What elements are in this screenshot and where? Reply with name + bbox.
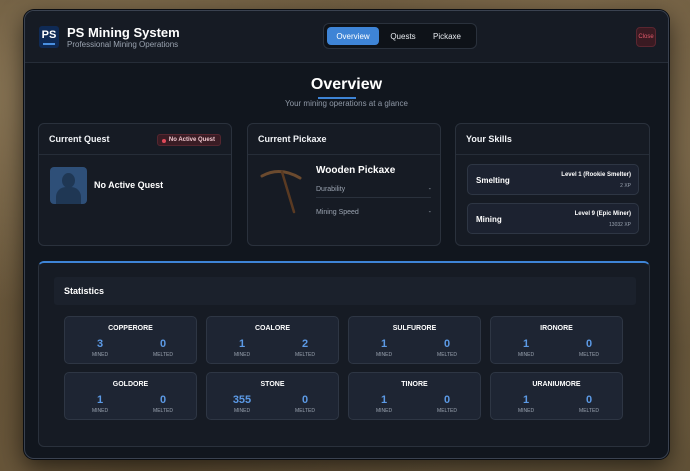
- skill-xp: 13032 XP: [609, 222, 631, 228]
- ore-name: SULFURORE: [392, 325, 437, 332]
- ore-card-sulfurore: SULFURORE 1 MINED 0 MELTED: [348, 316, 481, 364]
- ore-name: COPPERORE: [108, 325, 153, 332]
- current-pickaxe-header: Current Pickaxe: [248, 124, 440, 155]
- skill-name: Mining: [476, 215, 502, 224]
- current-quest-header: Current Quest No Active Quest: [39, 124, 231, 155]
- melted-value: 0: [159, 394, 167, 406]
- skills-header: Your Skills: [456, 124, 649, 155]
- melted-value: 0: [443, 394, 451, 406]
- app-title: PS Mining System: [67, 25, 180, 40]
- quest-status-text: No Active Quest: [94, 180, 164, 190]
- melted-value: 2: [301, 338, 309, 350]
- statistics-header: Statistics: [54, 277, 636, 305]
- current-pickaxe-card: Current Pickaxe Wooden Pickaxe Durabilit…: [247, 123, 441, 246]
- ore-name: IRONORE: [540, 325, 573, 332]
- mining-system-window: PS PS Mining System Professional Mining …: [24, 10, 669, 459]
- melted-value: 0: [443, 338, 451, 350]
- pickaxe-name: Wooden Pickaxe: [316, 165, 396, 176]
- app-subtitle: Professional Mining Operations: [67, 40, 179, 49]
- ore-name: GOLDORE: [112, 381, 149, 388]
- ore-card-uraniumore: URANIUMORE 1 MINED 0 MELTED: [490, 372, 623, 420]
- ore-card-goldore: GOLDORE 1 MINED 0 MELTED: [64, 372, 197, 420]
- page-title: Overview: [310, 76, 383, 93]
- mined-value: 1: [238, 338, 246, 350]
- statistics-panel: Statistics COPPERORE 3 MINED 0 MELTED CO…: [38, 261, 650, 447]
- mining-speed-value: -: [428, 208, 431, 216]
- melted-label: MELTED: [437, 408, 457, 414]
- quest-avatar-icon: [50, 167, 87, 204]
- melted-value: 0: [585, 394, 593, 406]
- mined-label: MINED: [91, 352, 109, 358]
- mined-label: MINED: [91, 408, 109, 414]
- skill-xp: 2 XP: [620, 183, 631, 189]
- mined-value: 1: [380, 394, 388, 406]
- melted-label: MELTED: [153, 408, 173, 414]
- mined-label: MINED: [517, 352, 535, 358]
- melted-label: MELTED: [437, 352, 457, 358]
- ore-name: URANIUMORE: [532, 381, 581, 388]
- tab-pickaxe[interactable]: Pickaxe: [427, 27, 467, 45]
- mined-label: MINED: [233, 408, 251, 414]
- durability-value: -: [428, 186, 431, 193]
- mined-value: 1: [380, 338, 388, 350]
- tab-quests[interactable]: Quests: [385, 27, 421, 45]
- mined-value: 1: [522, 394, 530, 406]
- melted-label: MELTED: [295, 352, 315, 358]
- ore-card-tinore: TINORE 1 MINED 0 MELTED: [348, 372, 481, 420]
- skill-mining: Mining Level 9 (Epic Miner) 13032 XP: [467, 203, 639, 234]
- melted-value: 0: [159, 338, 167, 350]
- mined-value: 3: [96, 338, 104, 350]
- melted-label: MELTED: [579, 408, 599, 414]
- status-badge: No Active Quest: [156, 134, 221, 146]
- melted-label: MELTED: [295, 408, 315, 414]
- logo-text: PS: [41, 28, 57, 41]
- mined-value: 1: [522, 338, 530, 350]
- mining-speed-label: Mining Speed: [316, 208, 359, 216]
- melted-label: MELTED: [153, 352, 173, 358]
- ore-name: COALORE: [255, 325, 290, 332]
- current-quest-card: Current Quest No Active Quest No Active …: [38, 123, 232, 246]
- durability-row: Durability -: [316, 182, 431, 198]
- mined-label: MINED: [375, 408, 393, 414]
- skill-smelting: Smelting Level 1 (Rookie Smelter) 2 XP: [467, 164, 639, 195]
- tab-bar: Overview Quests Pickaxe: [323, 23, 477, 49]
- skill-level: Level 1 (Rookie Smelter): [561, 172, 631, 178]
- ore-name: TINORE: [401, 381, 428, 388]
- melted-value: 0: [585, 338, 593, 350]
- close-button[interactable]: Close: [636, 27, 656, 47]
- ps-logo-icon: PS: [39, 26, 59, 48]
- mined-label: MINED: [233, 352, 251, 358]
- pickaxe-icon: [260, 170, 302, 214]
- skill-name: Smelting: [476, 176, 510, 185]
- ore-card-coalore: COALORE 1 MINED 2 MELTED: [206, 316, 339, 364]
- mined-value: 1: [96, 394, 104, 406]
- skills-card: Your Skills Smelting Level 1 (Rookie Sme…: [455, 123, 650, 246]
- ore-card-copperore: COPPERORE 3 MINED 0 MELTED: [64, 316, 197, 364]
- melted-value: 0: [301, 394, 309, 406]
- current-quest-title: Current Quest: [49, 134, 110, 144]
- window-header: PS PS Mining System Professional Mining …: [25, 11, 668, 63]
- mined-value: 355: [232, 394, 252, 406]
- durability-label: Durability: [316, 186, 346, 193]
- ore-card-ironore: IRONORE 1 MINED 0 MELTED: [490, 316, 623, 364]
- melted-label: MELTED: [579, 352, 599, 358]
- ore-card-stone: STONE 355 MINED 0 MELTED: [206, 372, 339, 420]
- tab-overview[interactable]: Overview: [327, 27, 379, 45]
- skill-level: Level 9 (Epic Miner): [574, 211, 631, 217]
- mining-speed-row: Mining Speed -: [316, 204, 431, 220]
- page-subtitle: Your mining operations at a glance: [285, 99, 408, 108]
- ore-name: STONE: [260, 381, 285, 388]
- mined-label: MINED: [517, 408, 535, 414]
- mined-label: MINED: [375, 352, 393, 358]
